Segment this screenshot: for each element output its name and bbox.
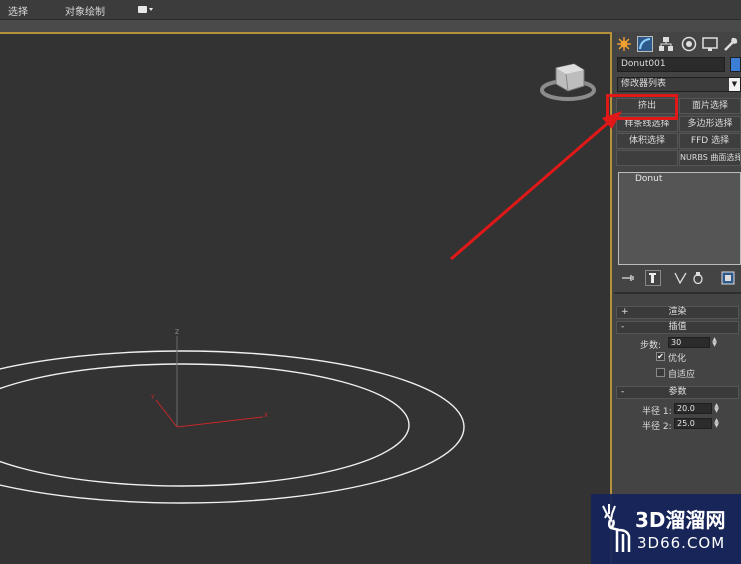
annotation-arrow-icon [450,111,622,261]
watermark: 3D溜溜网 3D66.COM [591,494,741,564]
watermark-title: 3D溜溜网 [635,508,726,532]
watermark-url: 3D66.COM [637,534,726,552]
deer-logo-icon [602,504,631,552]
